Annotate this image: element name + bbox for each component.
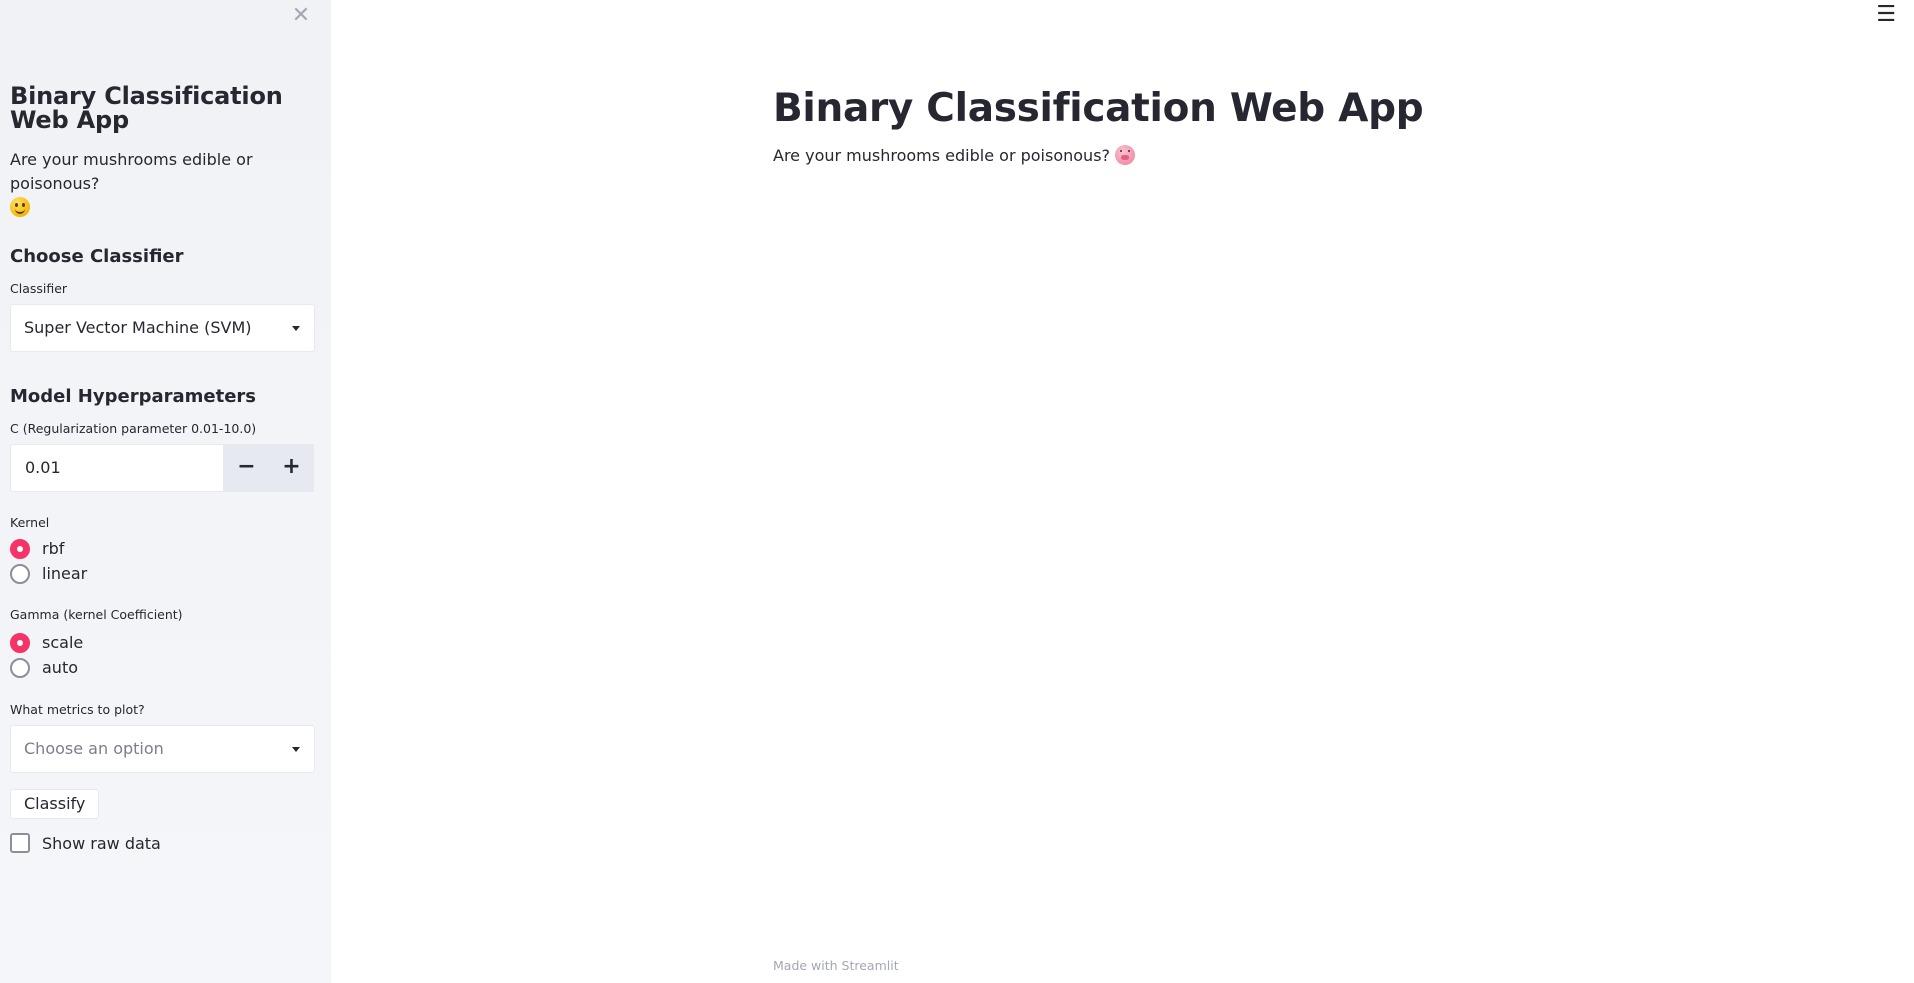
- gamma-option-scale[interactable]: scale: [10, 630, 315, 655]
- kernel-option-label: linear: [42, 564, 88, 583]
- choose-classifier-heading: Choose Classifier: [10, 246, 184, 267]
- caret-down-icon: [292, 747, 300, 752]
- page-subtitle-text: Are your mushrooms edible or poisonous?: [773, 146, 1111, 165]
- increment-button[interactable]: +: [269, 444, 314, 492]
- c-param-field[interactable]: 0.01: [10, 444, 224, 492]
- kernel-label: Kernel: [10, 515, 50, 530]
- sidebar-subtitle: Are your mushrooms edible or poisonous?: [10, 148, 315, 220]
- caret-down-icon: [292, 326, 300, 331]
- radio-selected-icon: [10, 538, 30, 559]
- classifier-select[interactable]: Super Vector Machine (SVM): [10, 304, 315, 352]
- classify-button[interactable]: Classify: [10, 789, 100, 819]
- radio-unselected-icon: [10, 563, 30, 584]
- footer-made-with-streamlit[interactable]: Made with Streamlit: [773, 958, 899, 973]
- sidebar-title: Binary Classification Web App: [10, 82, 283, 134]
- c-param-label: C (Regularization parameter 0.01-10.0): [10, 421, 257, 436]
- grinning-face-icon: [10, 197, 30, 217]
- show-raw-data-checkbox[interactable]: Show raw data: [10, 833, 315, 853]
- metrics-multiselect[interactable]: Choose an option: [10, 725, 315, 773]
- classifier-select-value: Super Vector Machine (SVM): [24, 318, 252, 337]
- page-subtitle: Are your mushrooms edible or poisonous?: [773, 144, 1136, 168]
- gamma-option-label: scale: [42, 633, 84, 652]
- pig-face-icon: [1115, 145, 1136, 165]
- kernel-option-label: rbf: [42, 539, 65, 558]
- sidebar-subtitle-text: Are your mushrooms edible or poisonous?: [10, 150, 253, 193]
- show-raw-data-label: Show raw data: [42, 833, 161, 853]
- c-param-number-input: 0.01 − +: [10, 444, 315, 492]
- gamma-label: Gamma (kernel Coefficient): [10, 607, 183, 622]
- hyperparameters-heading: Model Hyperparameters: [10, 386, 256, 407]
- sidebar: ✕ Binary Classification Web App Are your…: [0, 0, 331, 983]
- close-icon[interactable]: ✕: [289, 4, 313, 28]
- radio-selected-icon: [10, 632, 30, 653]
- sidebar-content: Binary Classification Web App Are your m…: [10, 84, 315, 853]
- radio-unselected-icon: [10, 657, 30, 678]
- gamma-radio-group: scale auto: [10, 630, 315, 680]
- kernel-option-linear[interactable]: linear: [10, 561, 315, 586]
- page-title: Binary Classification Web App: [773, 86, 1424, 131]
- classifier-label: Classifier: [10, 281, 68, 296]
- kernel-radio-group: rbf linear: [10, 536, 315, 586]
- gamma-option-auto[interactable]: auto: [10, 655, 315, 680]
- gamma-option-label: auto: [42, 658, 79, 677]
- hamburger-menu-icon[interactable]: ☰: [1876, 2, 1896, 27]
- decrement-button[interactable]: −: [224, 444, 269, 492]
- kernel-option-rbf[interactable]: rbf: [10, 536, 315, 561]
- checkbox-box: [10, 833, 30, 853]
- metrics-label: What metrics to plot?: [10, 702, 145, 717]
- metrics-placeholder: Choose an option: [24, 739, 164, 758]
